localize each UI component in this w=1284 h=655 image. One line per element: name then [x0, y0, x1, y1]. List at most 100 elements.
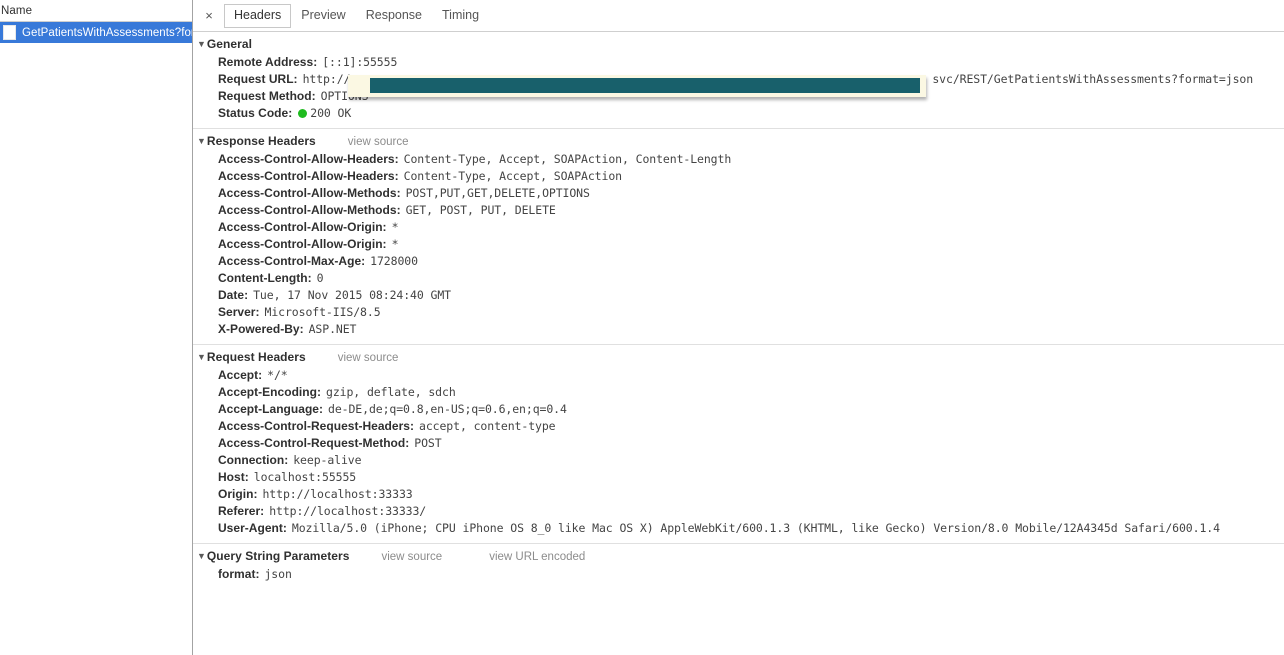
header-value: de-DE,de;q=0.8,en-US;q=0.6,en;q=0.4 — [328, 402, 567, 416]
header-row: Access-Control-Request-Headers: accept, c… — [193, 419, 1284, 436]
view-source-link-response[interactable]: view source — [348, 136, 409, 148]
header-key: Access-Control-Allow-Headers: — [218, 169, 399, 183]
header-value: POST,PUT,GET,DELETE,OPTIONS — [405, 186, 590, 200]
detail-tabbar: × Headers Preview Response Timing — [193, 0, 1284, 32]
header-key: Access-Control-Allow-Origin: — [218, 220, 387, 234]
request-list-item[interactable]: GetPatientsWithAssessments?for... — [0, 22, 192, 43]
header-row: Accept-Encoding: gzip, deflate, sdch — [193, 385, 1284, 402]
general-request-url-row: Request URL: http:// svc/REST/GetPatients… — [193, 72, 1284, 97]
header-row: X-Powered-By: ASP.NET — [193, 322, 1284, 339]
request-url-key: Request URL: — [218, 72, 298, 86]
header-key: Access-Control-Allow-Origin: — [218, 237, 387, 251]
header-value: Tue, 17 Nov 2015 08:24:40 GMT — [253, 288, 451, 302]
tab-timing[interactable]: Timing — [432, 4, 489, 28]
section-response-headers-header[interactable]: ▼ Response Headers view source — [193, 129, 1284, 152]
section-query-string-title: Query String Parameters — [206, 549, 350, 563]
request-list-panel: Name GetPatientsWithAssessments?for... — [0, 0, 193, 655]
header-value: */* — [267, 368, 288, 382]
general-status-code-row: Status Code: 200 OK — [193, 106, 1284, 123]
view-url-encoded-link[interactable]: view URL encoded — [489, 551, 585, 563]
request-list-header: Name — [0, 0, 192, 22]
header-key: Access-Control-Max-Age: — [218, 254, 366, 268]
header-key: Access-Control-Allow-Headers: — [218, 152, 399, 166]
header-value: GET, POST, PUT, DELETE — [405, 203, 556, 217]
tab-headers[interactable]: Headers — [224, 3, 292, 28]
header-row: Accept: */* — [193, 368, 1284, 385]
request-url-prefix: http:// — [302, 72, 351, 86]
request-list-item-label: GetPatientsWithAssessments?for... — [22, 26, 192, 39]
header-value: Microsoft-IIS/8.5 — [264, 305, 381, 319]
section-response-headers: ▼ Response Headers view source Access-Co… — [193, 129, 1284, 345]
header-key: Date: — [218, 288, 249, 302]
header-value: 0 — [316, 271, 324, 285]
header-key: X-Powered-By: — [218, 322, 304, 336]
view-source-link-request[interactable]: view source — [338, 352, 399, 364]
general-remote-address-row: Remote Address: [::1]:55555 — [193, 55, 1284, 72]
header-key: Host: — [218, 470, 249, 484]
section-request-headers-header[interactable]: ▼ Request Headers view source — [193, 345, 1284, 368]
header-row: Access-Control-Allow-Origin: * — [193, 237, 1284, 254]
section-general-title: General — [206, 37, 252, 51]
query-param-value: json — [264, 567, 292, 581]
header-row: Access-Control-Max-Age: 1728000 — [193, 254, 1284, 271]
column-header-name[interactable]: Name — [0, 5, 32, 17]
header-row: Date: Tue, 17 Nov 2015 08:24:40 GMT — [193, 288, 1284, 305]
chevron-down-icon[interactable]: ▼ — [197, 549, 206, 563]
header-key: Connection: — [218, 453, 289, 467]
request-url-value[interactable]: http:// svc/REST/GetPatientsWithAssessmen… — [302, 72, 1254, 97]
request-detail-panel: × Headers Preview Response Timing ▼ Gene… — [193, 0, 1284, 655]
status-ok-icon — [298, 109, 308, 118]
status-code-key: Status Code: — [218, 106, 293, 120]
header-value: keep-alive — [293, 453, 362, 467]
header-key: Referer: — [218, 504, 265, 518]
section-general-header[interactable]: ▼ General — [193, 32, 1284, 55]
request-url-suffix: svc/REST/GetPatientsWithAssessments?form… — [932, 72, 1254, 86]
header-key: Access-Control-Request-Headers: — [218, 419, 415, 433]
section-request-headers-title: Request Headers — [206, 350, 306, 364]
header-key: Access-Control-Allow-Methods: — [218, 203, 401, 217]
header-row: User-Agent: Mozilla/5.0 (iPhone; CPU iPho… — [193, 521, 1284, 538]
view-source-link-query[interactable]: view source — [381, 551, 442, 563]
section-query-string-header[interactable]: ▼ Query String Parameters view source vi… — [193, 544, 1284, 567]
header-value: 1728000 — [370, 254, 418, 268]
header-value: ASP.NET — [308, 322, 357, 336]
close-icon[interactable]: × — [199, 6, 219, 26]
query-param-key: format: — [218, 567, 260, 581]
header-key: User-Agent: — [218, 521, 287, 535]
chevron-down-icon[interactable]: ▼ — [197, 37, 206, 51]
header-row: Access-Control-Allow-Headers: Content-Typ… — [193, 152, 1284, 169]
header-row: Access-Control-Allow-Methods: GET, POST, … — [193, 203, 1284, 220]
header-value: Mozilla/5.0 (iPhone; CPU iPhone OS 8_0 l… — [291, 521, 1220, 535]
header-value: localhost:55555 — [253, 470, 357, 484]
status-code-value: 200 OK — [310, 106, 352, 120]
header-row: Access-Control-Request-Method: POST — [193, 436, 1284, 453]
header-row: Origin: http://localhost:33333 — [193, 487, 1284, 504]
header-value: Content-Type, Accept, SOAPAction, Conten… — [403, 152, 732, 166]
remote-address-key: Remote Address: — [218, 55, 318, 69]
header-row: Accept-Language: de-DE,de;q=0.8,en-US;q=0… — [193, 402, 1284, 419]
header-value: * — [391, 220, 399, 234]
header-row: Server: Microsoft-IIS/8.5 — [193, 305, 1284, 322]
headers-content: ▼ General Remote Address: [::1]:55555 Re… — [193, 32, 1284, 589]
header-key: Content-Length: — [218, 271, 312, 285]
request-method-key: Request Method: — [218, 89, 316, 103]
chevron-down-icon[interactable]: ▼ — [197, 350, 206, 364]
header-value: gzip, deflate, sdch — [326, 385, 456, 399]
section-query-string-parameters: ▼ Query String Parameters view source vi… — [193, 544, 1284, 589]
tab-preview[interactable]: Preview — [291, 4, 355, 28]
devtools-network-detail-view: Name GetPatientsWithAssessments?for... ×… — [0, 0, 1284, 655]
header-key: Access-Control-Request-Method: — [218, 436, 410, 450]
header-row: Host: localhost:55555 — [193, 470, 1284, 487]
header-row: Access-Control-Allow-Headers: Content-Typ… — [193, 169, 1284, 186]
header-key: Origin: — [218, 487, 258, 501]
tab-response[interactable]: Response — [356, 4, 432, 28]
header-row: Access-Control-Allow-Methods: POST,PUT,GE… — [193, 186, 1284, 203]
header-row: Connection: keep-alive — [193, 453, 1284, 470]
chevron-down-icon[interactable]: ▼ — [197, 134, 206, 148]
header-row: Content-Length: 0 — [193, 271, 1284, 288]
header-value: * — [391, 237, 399, 251]
header-key: Accept: — [218, 368, 263, 382]
